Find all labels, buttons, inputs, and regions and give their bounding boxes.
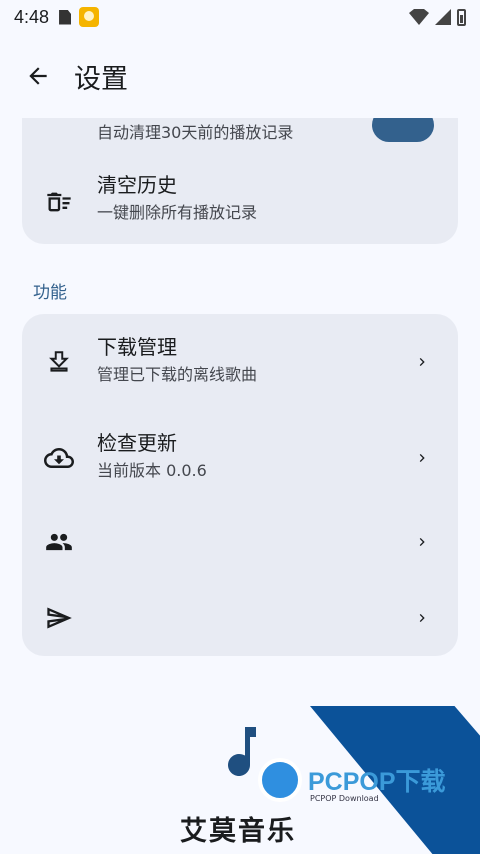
chevron-right-icon (412, 608, 432, 628)
version-subtitle: 当前版本 0.0.6 (97, 461, 207, 480)
section-label-features: 功能 (33, 283, 67, 303)
status-time: 4:48 (14, 6, 50, 27)
auto-clean-toggle[interactable] (372, 118, 434, 142)
status-bar: 4:48 (0, 0, 480, 34)
app-bar: 设置 (0, 48, 480, 104)
watermark-brand: PCPOP下载 (308, 768, 446, 796)
download-manager-subtitle: 管理已下载的离线歌曲 (97, 365, 258, 384)
download-manager-title: 下载管理 (97, 335, 177, 359)
app-name: 艾莫音乐 (180, 816, 296, 847)
clear-history-subtitle: 一键删除所有播放记录 (97, 203, 258, 222)
watermark-sub: PCPOP Download (310, 794, 379, 803)
delete-sweep-icon (44, 187, 74, 217)
status-icons (409, 8, 466, 26)
about-authors-row[interactable] (22, 510, 458, 574)
notification-app-icon (79, 7, 100, 27)
chevron-right-icon (412, 532, 432, 552)
send-icon (44, 603, 74, 633)
history-card: 自动清理30天前的播放记录 清空历史 一键删除所有播放记录 (22, 118, 458, 244)
cloud-download-icon (44, 443, 74, 473)
battery-icon (457, 8, 466, 26)
check-update-row[interactable]: 检查更新 当前版本 0.0.6 (22, 420, 458, 496)
music-note-icon (228, 727, 256, 776)
arrow-back-icon (29, 67, 47, 85)
features-card: 下载管理 管理已下载的离线歌曲 检查更新 当前版本 0.0.6 (22, 314, 458, 656)
people-icon (44, 527, 74, 557)
page-title: 设置 (74, 63, 128, 95)
chevron-right-icon (412, 352, 432, 372)
signal-icon (435, 9, 451, 25)
clear-history-row[interactable]: 清空历史 一键删除所有播放记录 (22, 160, 458, 244)
app-branding: 艾莫音乐 (180, 725, 310, 850)
download-manager-row[interactable]: 下载管理 管理已下载的离线歌曲 (22, 324, 458, 400)
back-button[interactable] (18, 56, 58, 96)
clear-history-title: 清空历史 (97, 173, 177, 197)
check-update-title: 检查更新 (97, 431, 177, 455)
sim-card-icon (59, 9, 72, 25)
download-icon (44, 347, 74, 377)
feedback-row[interactable] (22, 586, 458, 650)
wifi-icon (409, 9, 429, 25)
auto-clean-subtitle: 自动清理30天前的播放记录 (97, 123, 294, 142)
chevron-right-icon (412, 448, 432, 468)
